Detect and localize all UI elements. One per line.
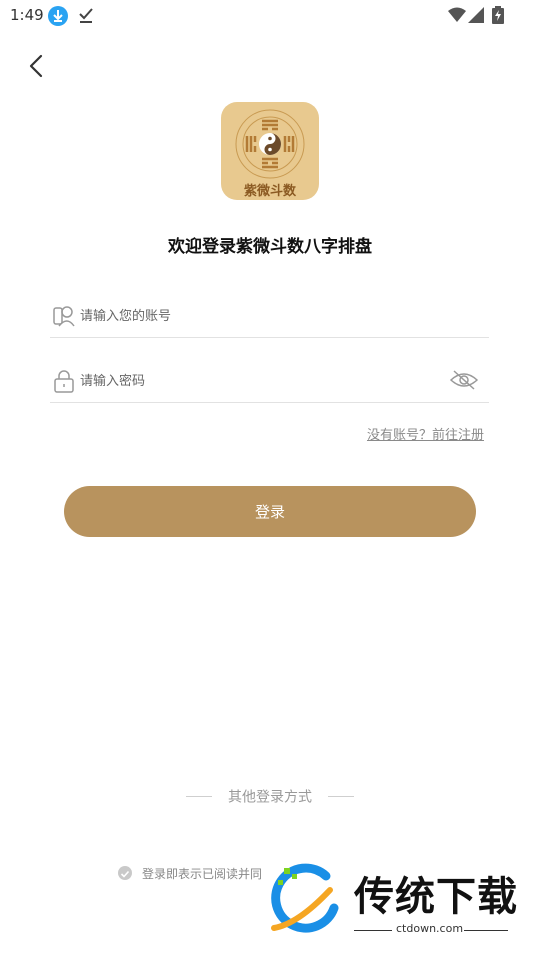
divider-line-right (328, 796, 354, 797)
other-login-label: 其他登录方式 (228, 789, 312, 806)
password-field (50, 359, 489, 403)
account-input[interactable] (80, 304, 440, 328)
page-title: 欢迎登录紫微斗数八字排盘 (168, 237, 372, 257)
download-icon (48, 6, 68, 26)
divider-line-left (186, 796, 212, 797)
agreement-checkbox[interactable] (118, 866, 132, 880)
agreement-text: 登录即表示已阅读并同 (142, 867, 263, 881)
account-field (50, 294, 489, 338)
watermark-logo-icon (271, 863, 339, 933)
wifi-icon (448, 7, 466, 23)
check-icon (78, 6, 94, 24)
status-bar: 1:49 (0, 0, 540, 32)
user-icon (53, 304, 75, 328)
watermark-line-left (354, 930, 392, 931)
logo-text: 紫微斗数 (243, 184, 296, 199)
password-input[interactable] (80, 369, 440, 393)
lock-icon (53, 369, 75, 393)
login-button[interactable]: 登录 (64, 486, 476, 537)
chevron-left-icon (29, 54, 43, 78)
signal-icon (468, 7, 484, 23)
watermark: 传统下载 ctdown.com (268, 860, 518, 940)
eye-off-icon[interactable] (449, 368, 479, 392)
back-button[interactable] (22, 50, 50, 82)
watermark-url: ctdown.com (396, 922, 464, 935)
app-logo: 紫微斗数 (221, 102, 319, 200)
battery-icon (492, 6, 504, 24)
watermark-line-right (464, 930, 508, 931)
watermark-brand: 传统下载 (354, 874, 518, 920)
register-link[interactable]: 没有账号？前往注册 (367, 424, 484, 443)
other-login-divider: 其他登录方式 (0, 786, 540, 807)
status-time: 1:49 (10, 6, 44, 24)
